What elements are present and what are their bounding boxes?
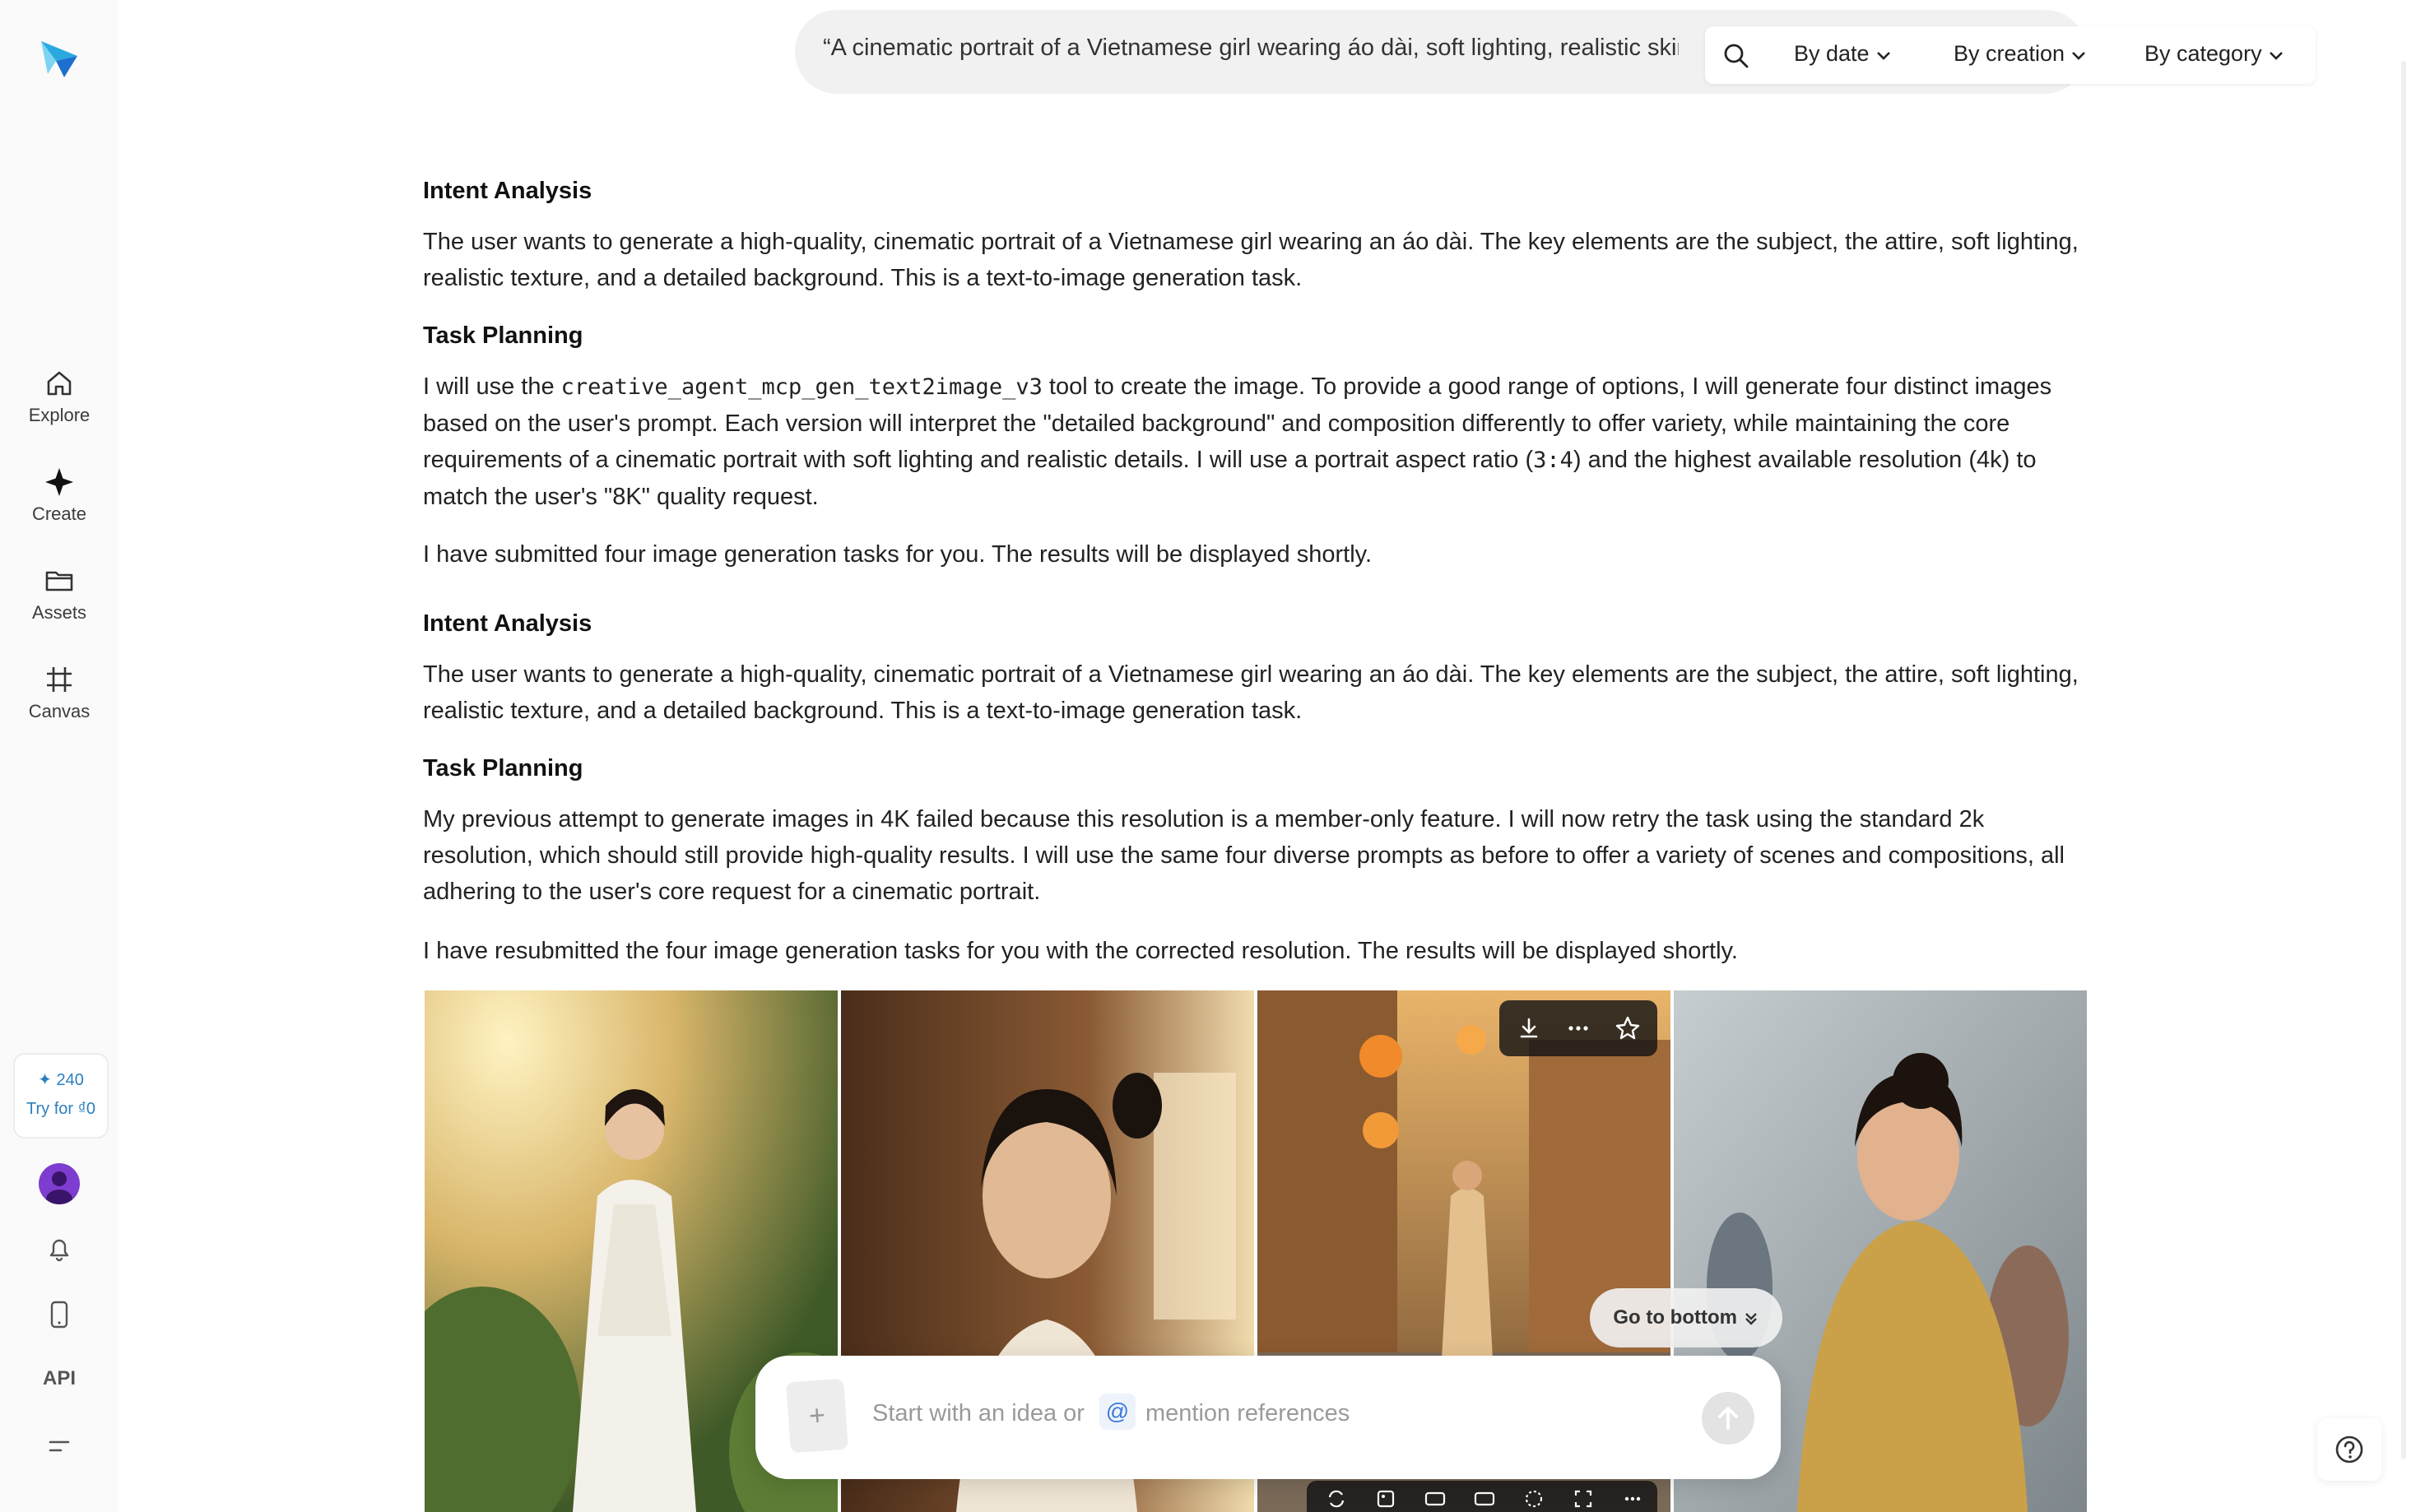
filter-by-date[interactable]: By date: [1794, 41, 1893, 71]
chevron-down-icon: [1876, 51, 1890, 60]
favorite-star-icon[interactable]: [1613, 1013, 1642, 1043]
intent-heading-1: Intent Analysis: [423, 178, 592, 204]
help-question-icon: [2335, 1435, 2363, 1463]
nav-create-label: Create: [31, 503, 87, 524]
plan-text-1-pre: I will use the: [423, 373, 561, 400]
credits-amount: ✦ 240: [38, 1071, 84, 1089]
filter-by-date-label: By date: [1794, 41, 1870, 66]
go-to-bottom-label: Go to bottom: [1613, 1306, 1737, 1329]
avatar[interactable]: [39, 1163, 80, 1204]
plan-text-1: I will use the creative_agent_mcp_gen_te…: [423, 369, 2093, 515]
nav-canvas-label: Canvas: [28, 701, 91, 721]
regenerate-icon[interactable]: [1325, 1487, 1348, 1510]
plan-heading-1: Task Planning: [423, 322, 583, 349]
intent-text-1: The user wants to generate a high-qualit…: [423, 229, 2079, 291]
left-sidebar: Explore Create Assets Canvas ✦ 240 Try f…: [0, 0, 118, 1512]
plan-text-2: My previous attempt to generate images i…: [423, 806, 2065, 905]
nav-create[interactable]: Create: [0, 466, 118, 525]
mobile-device-icon[interactable]: [43, 1298, 76, 1331]
home-icon: [47, 371, 72, 396]
aspect-ratio-code: 3:4: [1533, 448, 1573, 473]
intent-heading-2: Intent Analysis: [423, 610, 592, 637]
frame-icon: [47, 667, 72, 692]
mention-at-button[interactable]: @: [1099, 1394, 1136, 1430]
go-to-bottom-button[interactable]: Go to bottom: [1590, 1288, 1782, 1347]
sparkle-icon: [45, 468, 73, 496]
status-text-1: I have submitted four image generation t…: [423, 541, 1373, 568]
prompt-composer[interactable]: + Start with an idea or @ mention refere…: [755, 1356, 1781, 1479]
expand-icon[interactable]: [1572, 1487, 1595, 1510]
plan-heading-2: Task Planning: [423, 755, 583, 782]
filter-by-creation-label: By creation: [1954, 41, 2065, 66]
filter-bar: By date By creation By category: [1705, 26, 2316, 84]
more-options-icon[interactable]: [1621, 1487, 1644, 1510]
send-button[interactable]: [1702, 1392, 1754, 1445]
download-icon[interactable]: [1514, 1013, 1544, 1043]
filter-by-creation[interactable]: By creation: [1954, 41, 2088, 71]
nav-assets[interactable]: Assets: [0, 564, 118, 624]
composer-placeholder-end: mention references: [1145, 1400, 1350, 1426]
app-logo-icon[interactable]: [36, 36, 82, 82]
nav-explore[interactable]: Explore: [0, 367, 118, 426]
composer-placeholder-start: Start with an idea or: [872, 1400, 1085, 1426]
status-text-2: I have resubmitted the four image genera…: [423, 938, 1738, 964]
filter-by-category[interactable]: By category: [2144, 41, 2285, 71]
nav-assets-label: Assets: [31, 602, 87, 623]
bell-icon[interactable]: [43, 1232, 76, 1265]
search-icon[interactable]: [1721, 41, 1751, 71]
chevron-down-icon: [2269, 51, 2283, 60]
add-attachment-button[interactable]: +: [786, 1378, 848, 1454]
credits-badge[interactable]: ✦ 240 Try for ₫0: [13, 1053, 109, 1139]
nav-canvas[interactable]: Canvas: [0, 663, 118, 722]
intent-text-2: The user wants to generate a high-qualit…: [423, 661, 2079, 724]
chevron-down-icon: [2072, 51, 2085, 60]
search-query-text[interactable]: “A cinematic portrait of a Vietnamese gi…: [823, 35, 1679, 67]
retouch-icon[interactable]: [1522, 1487, 1545, 1510]
credits-try-link: Try for ₫0: [26, 1100, 95, 1118]
double-chevron-down-icon: [1745, 1312, 1757, 1325]
image-edit-icon[interactable]: [1374, 1487, 1397, 1510]
user-avatar-icon: [46, 1171, 72, 1204]
nav-explore-label: Explore: [28, 405, 91, 425]
api-link[interactable]: API: [0, 1367, 118, 1390]
image-edit-toolbar: [1307, 1481, 1657, 1512]
scrollbar[interactable]: [2401, 61, 2406, 1459]
menu-icon[interactable]: [43, 1430, 76, 1463]
more-options-icon[interactable]: [1563, 1013, 1593, 1043]
tool-name-code: creative_agent_mcp_gen_text2image_v3: [560, 374, 1043, 400]
filter-by-category-label: By category: [2144, 41, 2262, 66]
folder-icon: [45, 571, 73, 591]
upscale-hd-icon[interactable]: [1473, 1487, 1496, 1510]
image-action-toolbar: [1499, 1000, 1657, 1056]
arrow-up-icon: [1718, 1407, 1738, 1430]
help-button[interactable]: [2317, 1418, 2381, 1481]
upscale-hd-plus-icon[interactable]: [1424, 1487, 1447, 1510]
